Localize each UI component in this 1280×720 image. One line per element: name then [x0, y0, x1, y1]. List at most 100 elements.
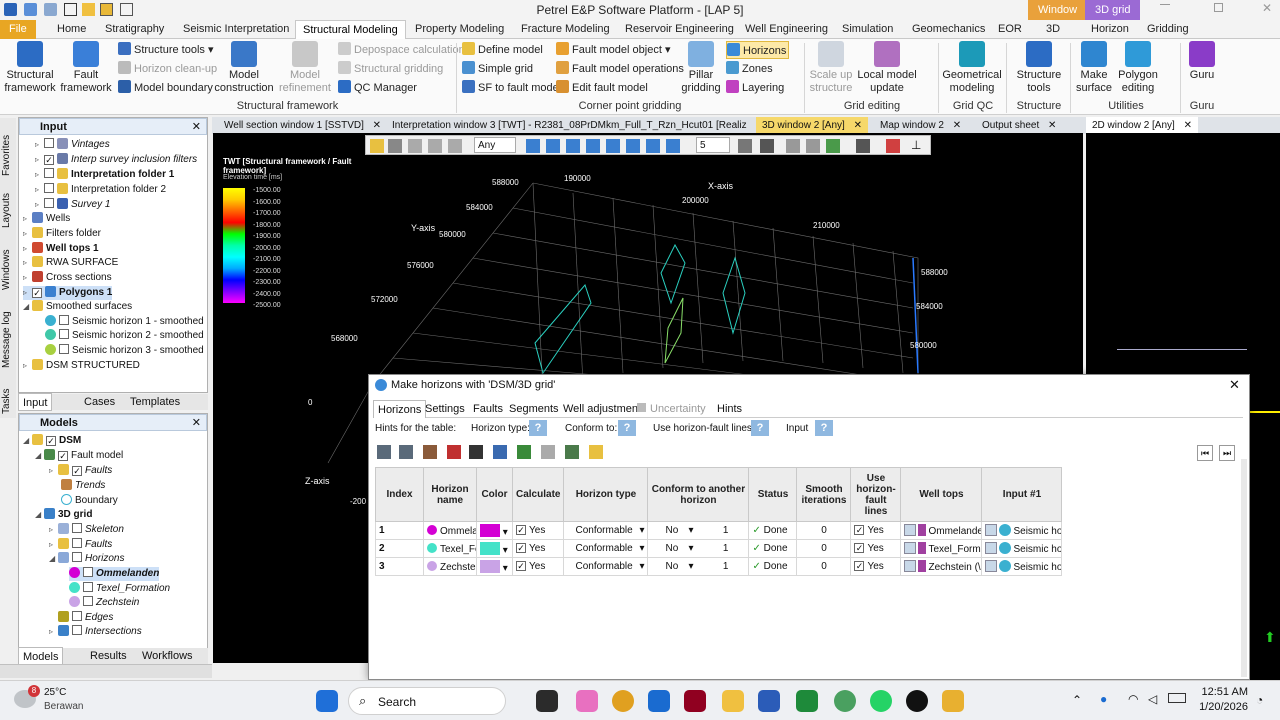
cell-color[interactable]: ▾	[476, 539, 513, 558]
help-icon[interactable]: ?	[529, 420, 547, 436]
tab-stratigraphy[interactable]: Stratigraphy	[98, 20, 171, 39]
chevron-down-icon[interactable]: ▾	[639, 525, 644, 536]
polygon-editing-button[interactable]: Polygon editing	[1116, 41, 1160, 95]
cell-input[interactable]: Seismic hor	[981, 521, 1063, 540]
arrow-button-icon[interactable]	[985, 560, 998, 572]
tab-simulation[interactable]: Simulation	[835, 20, 900, 39]
fault-model-object-button[interactable]: Fault model object ▾	[556, 41, 670, 59]
table-row[interactable]: 3Zechstein ▾✓YesConformable▾No▾1✓ Done0✓…	[375, 557, 1063, 576]
cell-input[interactable]: Seismic hor	[981, 539, 1063, 558]
redo-icon[interactable]	[44, 3, 57, 16]
copilot-icon[interactable]	[576, 690, 598, 712]
tab-templates[interactable]: Templates	[126, 393, 184, 411]
cell-well-tops[interactable]: Texel_Forma	[900, 539, 983, 558]
model-refinement-button[interactable]: Model refinement	[276, 41, 334, 95]
taskbar-search[interactable]: ⌕ Search	[348, 687, 506, 715]
cell-well-tops[interactable]: Zechstein (\	[900, 557, 983, 576]
cell-conform[interactable]: No ▾ 1	[647, 521, 750, 540]
ctx-tab-3d-grid[interactable]: 3D grid	[1085, 0, 1141, 20]
define-model-button[interactable]: Define model	[462, 41, 543, 59]
cell-conform[interactable]: No ▾ 1	[647, 557, 750, 576]
simple-grid-button[interactable]: Simple grid	[462, 60, 533, 78]
cell-horizon-type[interactable]: Conformable ▾	[563, 521, 649, 540]
tree-item[interactable]: ▹ RWA SURFACE	[23, 256, 118, 270]
table-row[interactable]: 2Texel_Formation ▾✓YesConformable▾No▾1✓ …	[375, 539, 1063, 558]
tab-settings[interactable]: Settings	[421, 400, 469, 418]
cell-horizon-name[interactable]: Zechstein	[423, 557, 477, 576]
tree-item[interactable]: Trends	[61, 479, 105, 493]
petrel-icon[interactable]	[942, 690, 964, 712]
panel-close-icon[interactable]: ✕	[192, 415, 201, 432]
arrow-button-icon[interactable]	[904, 560, 917, 572]
task-view-icon[interactable]	[536, 690, 558, 712]
layering-button[interactable]: Layering	[726, 79, 784, 97]
tab-segments[interactable]: Segments	[505, 400, 563, 418]
battery-icon[interactable]	[1168, 693, 1186, 703]
tab-horizon[interactable]: Horizon	[1084, 20, 1136, 39]
cell-horizon-name[interactable]: Texel_Formation	[423, 539, 477, 558]
arrow-button-icon[interactable]	[904, 542, 917, 554]
tree-item[interactable]: ▹ Cross sections	[23, 271, 112, 285]
cell-hfl[interactable]: ✓ Yes	[850, 521, 902, 540]
cell-hfl[interactable]: ✓ Yes	[850, 539, 902, 558]
tree-item[interactable]: ◢ Smoothed surfaces	[23, 300, 132, 314]
insert-row-icon[interactable]	[399, 445, 413, 459]
checkbox[interactable]: ✓	[854, 543, 865, 553]
structure-tools-big-button[interactable]: Structure tools	[1010, 41, 1068, 95]
chevron-down-icon[interactable]: ▾	[688, 561, 693, 572]
whatsapp-icon[interactable]	[870, 690, 892, 712]
arrow-button-icon[interactable]	[985, 524, 998, 536]
tab-horizons[interactable]: Horizons	[373, 400, 427, 418]
tab-structural-modeling[interactable]: Structural Modeling	[295, 20, 406, 39]
tab-file[interactable]: File	[0, 20, 36, 39]
structure-tools-button[interactable]: Structure tools ▾	[118, 41, 214, 59]
tree-item[interactable]: ▹ Vintages	[35, 138, 110, 152]
chevron-down-icon[interactable]: ▾	[503, 545, 508, 556]
tree-item[interactable]: ▹ ✓ Interp survey inclusion filters	[35, 153, 197, 167]
tab-well-engineering[interactable]: Well Engineering	[738, 20, 835, 39]
make-surface-button[interactable]: Make surface	[1074, 41, 1114, 95]
excel-icon[interactable]	[796, 690, 818, 712]
tree-item[interactable]: Zechstein	[69, 596, 139, 610]
tree-item[interactable]: ▹ Interpretation folder 2	[35, 183, 166, 197]
append-row-icon[interactable]	[423, 445, 437, 459]
cell-smooth[interactable]: 0	[796, 539, 852, 558]
checkbox[interactable]: ✓	[854, 525, 865, 535]
structural-framework-button[interactable]: Structural framework	[2, 41, 58, 95]
tab-models[interactable]: Models	[18, 647, 64, 665]
chevron-down-icon[interactable]: ▾	[688, 525, 693, 536]
qc-manager-button[interactable]: QC Manager	[338, 79, 417, 97]
cell-calculate[interactable]: ✓ Yes	[511, 539, 565, 558]
sort-icon[interactable]	[565, 445, 579, 459]
tab-reservoir-engineering[interactable]: Reservoir Engineering	[618, 20, 741, 39]
table-scrollbar[interactable]	[1241, 459, 1247, 677]
undo-icon[interactable]	[24, 3, 37, 16]
tab-home[interactable]: Home	[50, 20, 93, 39]
cell-smooth[interactable]: 0	[796, 557, 852, 576]
name-icon[interactable]	[469, 445, 483, 459]
clipboard-icon[interactable]	[589, 445, 603, 459]
cell-hfl[interactable]: ✓ Yes	[850, 557, 902, 576]
checkbox[interactable]: ✓	[854, 561, 865, 571]
doc-tab-2d-window[interactable]: 2D window 2 [Any] ✕	[1086, 117, 1198, 134]
tree-item[interactable]: Seismic horizon 1 - smoothed	[45, 315, 204, 329]
doc-tab-output-sheet[interactable]: Output sheet ✕	[976, 117, 1062, 134]
side-tab-tasks[interactable]: Tasks	[1, 374, 12, 414]
tab-cases[interactable]: Cases	[80, 393, 119, 411]
color-swatch[interactable]	[480, 523, 500, 537]
cell-calculate[interactable]: ✓ Yes	[511, 521, 565, 540]
tree-item[interactable]: ◢ Horizons	[49, 552, 124, 566]
edit-fault-model-button[interactable]: Edit fault model	[556, 79, 648, 97]
window-icon[interactable]	[100, 3, 113, 16]
tab-results[interactable]: Results	[86, 647, 131, 665]
tree-item-selected[interactable]: ▹ ✓ Polygons 1	[23, 286, 113, 300]
side-tab-message-log[interactable]: Message log	[1, 294, 12, 368]
panel-close-icon[interactable]: ✕	[192, 119, 201, 136]
word-icon[interactable]	[758, 690, 780, 712]
side-tab-favorites[interactable]: Favorites	[1, 120, 12, 176]
chevron-up-icon[interactable]: ⌃	[1072, 693, 1082, 707]
arrow-button-icon[interactable]	[985, 542, 998, 554]
cell-calculate[interactable]: ✓ Yes	[511, 557, 565, 576]
tree-item[interactable]: ▹ Faults	[49, 538, 112, 552]
chevron-down-icon[interactable]: ▾	[639, 561, 644, 572]
